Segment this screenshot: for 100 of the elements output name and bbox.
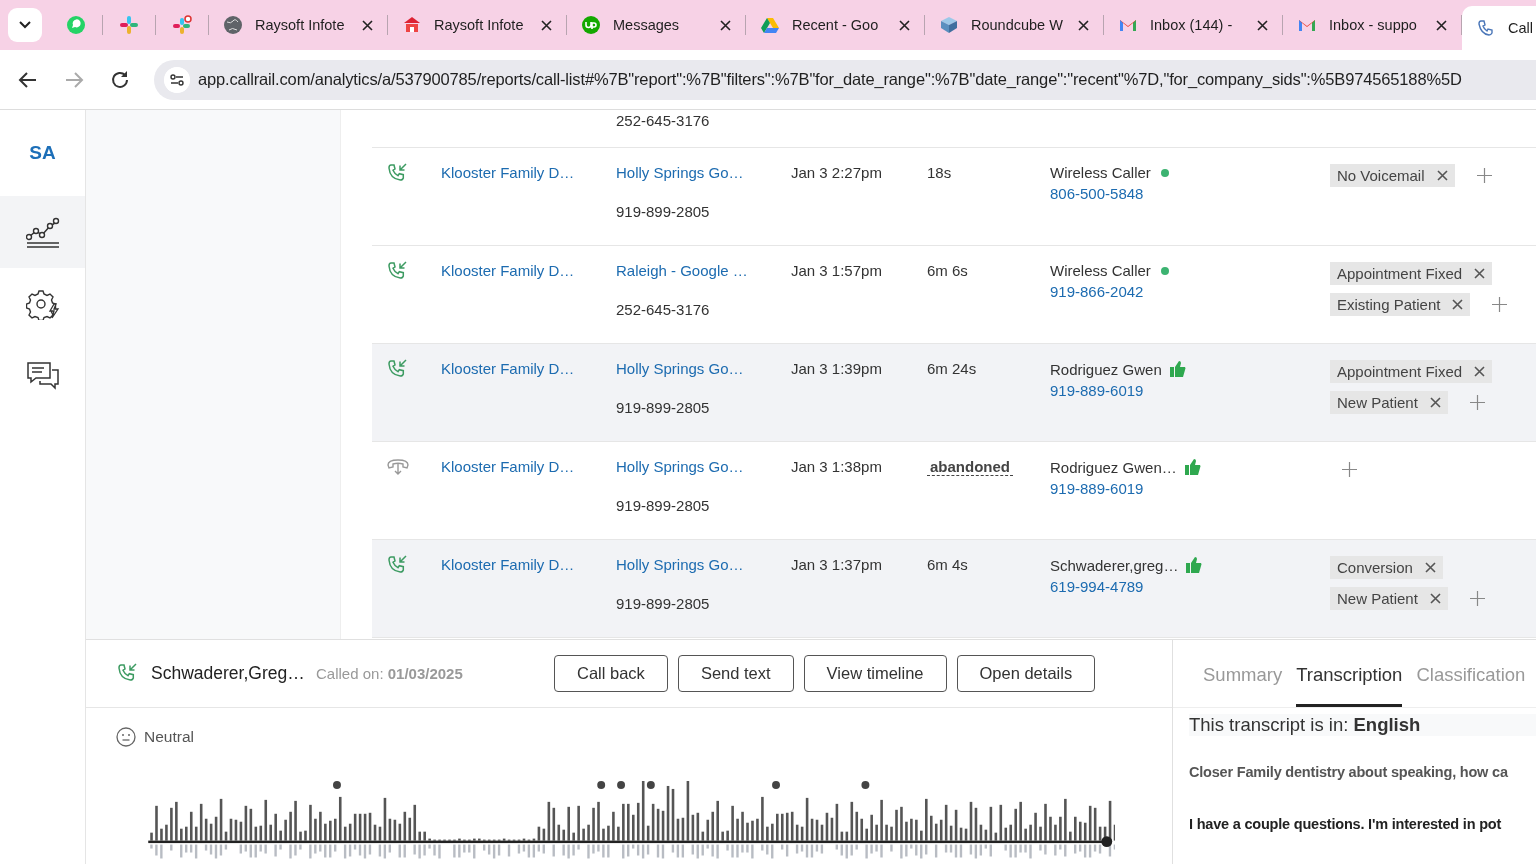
globe-icon (223, 15, 243, 35)
source-link[interactable]: Holly Springs Go… (616, 164, 744, 181)
browser-tab[interactable]: Messages (567, 6, 745, 44)
tag-chip: No Voicemail (1330, 163, 1455, 187)
incoming-call-icon (386, 554, 408, 576)
close-icon[interactable] (1257, 19, 1268, 31)
browser-tab[interactable]: Raysoft Infote (388, 6, 566, 44)
action-button[interactable]: Call back (554, 654, 668, 692)
tag-chip: Appointment Fixed (1330, 261, 1493, 285)
neutral-face-icon (116, 726, 136, 747)
call-time: Jan 3 1:57pm (791, 261, 883, 279)
incoming-call-icon (386, 358, 408, 380)
close-icon[interactable] (899, 19, 910, 31)
call-duration: 18s (927, 164, 952, 181)
action-button[interactable]: View timeline (803, 654, 947, 692)
call-time: Jan 3 1:37pm (791, 555, 883, 573)
logo-icon (581, 15, 601, 35)
browser-tab[interactable]: Raysoft Infote (209, 6, 387, 44)
call-row[interactable]: Klooster Family D… Holly Springs Go… 919-899-2805 Jan 3 2:27pm 18s Wireless Caller 806-500-5848 No Voicemail (372, 148, 1536, 246)
caller-phone-link[interactable]: 919-889-6019 (1050, 382, 1330, 399)
add-tag-icon[interactable] (1469, 394, 1485, 410)
tag-chip: New Patient (1330, 586, 1448, 610)
caller-name: Rodriguez Gwen (1050, 360, 1162, 378)
phone-icon (1476, 18, 1496, 38)
tracking-number: 252-645-3176 (616, 111, 711, 129)
action-button[interactable]: Open details (956, 654, 1096, 692)
call-row[interactable]: Klooster Family D… Holly Springs Go… 919-899-2805 Jan 3 1:37pm 6m 4s Schwaderer,greg… 619-994-4789 Conversion New Patient (372, 540, 1536, 638)
tracking-number: 919-899-2805 (616, 203, 710, 220)
caller-phone-link[interactable]: 919-866-2042 (1050, 283, 1330, 300)
thumbs-up-icon (1169, 360, 1186, 378)
source-link[interactable]: Holly Springs Go… (616, 556, 744, 573)
gear-bolt-icon (25, 288, 60, 320)
caller-name: Schwaderer,Greg… (151, 662, 306, 684)
browser-tab[interactable]: Recent - Goo (746, 6, 924, 44)
account-initials[interactable]: SA (0, 110, 85, 196)
company-link[interactable]: Klooster Family D… (441, 458, 575, 475)
browser-tab[interactable]: Inbox - suppo (1283, 6, 1461, 44)
sidebar-item[interactable] (0, 196, 85, 268)
action-button[interactable]: Send text (677, 654, 794, 692)
source-link[interactable]: Holly Springs Go… (616, 458, 744, 475)
transcript-line: Closer Family dentistry about speaking, how ca (1189, 764, 1509, 780)
close-icon[interactable] (720, 19, 731, 31)
company-link[interactable]: Klooster Family D… (441, 556, 575, 573)
close-icon[interactable] (541, 19, 552, 31)
source-link[interactable]: Raleigh - Google … (616, 262, 748, 279)
panel-tab[interactable]: Transcription (1296, 664, 1403, 707)
remove-tag-icon[interactable] (1474, 365, 1486, 377)
call-duration: 6m 24s (927, 360, 977, 377)
tracking-number: 919-899-2805 (616, 399, 710, 416)
call-time: Jan 3 1:39pm (791, 359, 883, 377)
browser-tab[interactable]: Inbox (144) - (1104, 6, 1282, 44)
call-duration: 6m 4s (927, 556, 968, 573)
sentiment-label: Neutral (144, 727, 194, 746)
tab-search-button[interactable] (8, 8, 42, 42)
add-tag-icon[interactable] (1342, 461, 1357, 477)
company-link[interactable]: Klooster Family D… (441, 262, 575, 279)
analytics-icon (25, 215, 60, 249)
remove-tag-icon[interactable] (1452, 298, 1464, 310)
caret-icon (19, 21, 31, 29)
triangle-icon (760, 15, 780, 35)
add-tag-icon[interactable] (1476, 167, 1492, 183)
hangup-call-icon (386, 456, 410, 476)
close-icon[interactable] (362, 19, 373, 31)
tag-chip: New Patient (1330, 390, 1448, 414)
hash-icon (172, 15, 192, 35)
status-dot (1160, 266, 1169, 275)
browser-tab[interactable]: Roundcube W (925, 6, 1103, 44)
tracking-number: 919-899-2805 (616, 497, 710, 514)
browser-tab[interactable]: Call (1462, 6, 1536, 50)
cube-icon (939, 15, 959, 35)
add-tag-icon[interactable] (1469, 590, 1485, 606)
tag-chip: Appointment Fixed (1330, 359, 1493, 383)
remove-tag-icon[interactable] (1424, 561, 1436, 573)
caller-phone-link[interactable]: 919-889-6019 (1050, 480, 1330, 497)
tracking-number: 919-899-2805 (616, 595, 710, 612)
caller-name: Wireless Caller (1050, 262, 1151, 279)
remove-tag-icon[interactable] (1436, 169, 1448, 181)
caller-name: Wireless Caller (1050, 164, 1151, 181)
address-bar[interactable]: app.callrail.com/analytics/a/537900785/reports/call-list#%7B"report":%7B"filters":%7B"for_date_range":%7B"date_range":"recent"%7D,"for_company_sids":%5B974565188%5D (154, 59, 1536, 100)
remove-tag-icon[interactable] (1474, 267, 1486, 279)
called-on-text: Called on: 01/03/2025 (316, 664, 464, 682)
call-time: Jan 3 1:38pm (791, 457, 883, 475)
call-status: abandoned (927, 458, 1013, 476)
status-dot (1160, 168, 1169, 177)
caller-name: Schwaderer,greg… (1050, 556, 1179, 574)
caller-phone-link[interactable]: 806-500-5848 (1050, 185, 1330, 202)
remove-tag-icon[interactable] (1429, 592, 1441, 604)
close-icon[interactable] (1436, 19, 1447, 31)
source-link[interactable]: Holly Springs Go… (616, 360, 744, 377)
company-link[interactable]: Klooster Family D… (441, 164, 575, 181)
call-row[interactable]: Klooster Family D… Holly Springs Go… 919-899-2805 Jan 3 1:39pm 6m 24s Rodriguez Gwen 919-889-6019 Appointment Fixed New Patient (372, 344, 1536, 442)
call-duration: 6m 6s (927, 262, 968, 279)
thumbs-up-icon (1184, 458, 1201, 476)
add-tag-icon[interactable] (1492, 296, 1508, 312)
close-icon[interactable] (1078, 19, 1089, 31)
call-time: Jan 3 2:27pm (791, 163, 883, 181)
company-link[interactable]: Klooster Family D… (441, 360, 575, 377)
tag-chip: Existing Patient (1330, 292, 1471, 316)
remove-tag-icon[interactable] (1429, 396, 1441, 408)
caller-phone-link[interactable]: 619-994-4789 (1050, 578, 1330, 595)
